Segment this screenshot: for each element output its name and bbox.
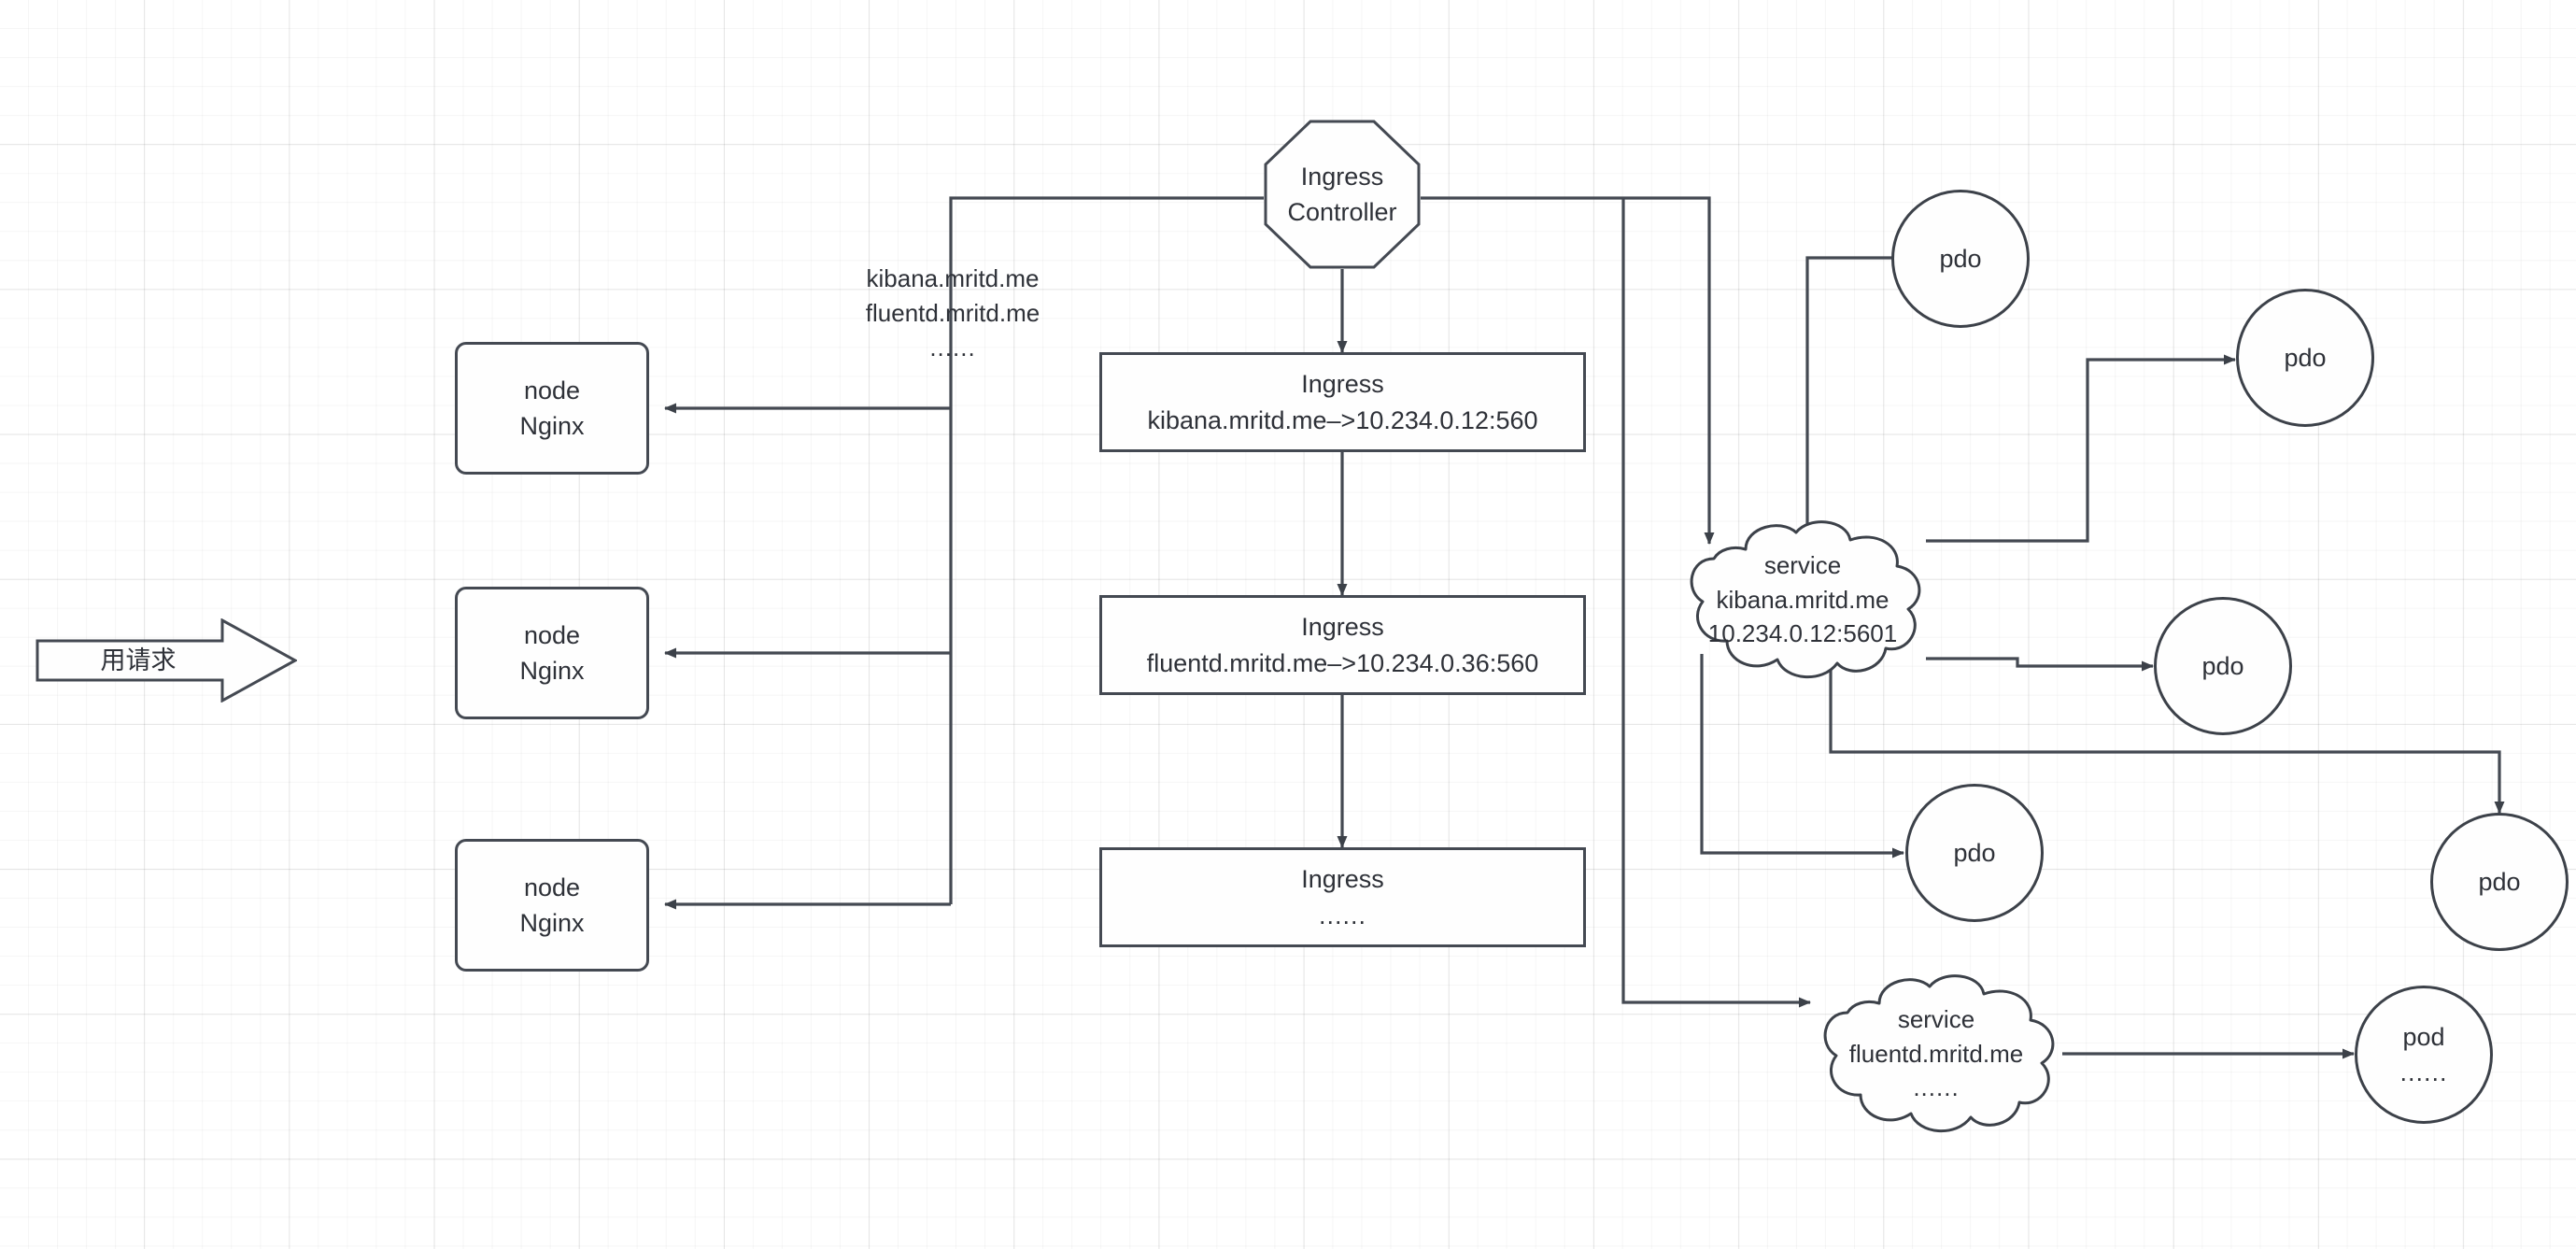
host-list-line1: kibana.mritd.me — [866, 264, 1040, 292]
service-line3: 10.234.0.12:5601 — [1707, 619, 1898, 648]
pod-circle-5[interactable]: pdo — [2430, 813, 2569, 951]
node-label-line1: node — [523, 376, 581, 405]
host-list-annotation: kibana.mritd.me fluentd.mritd.me ...... — [822, 262, 1083, 365]
pod-label-line1: pdo — [1939, 244, 1982, 273]
pod-label-line2: ...... — [2399, 1058, 2448, 1086]
ingress-rule-line2: fluentd.mritd.me–>10.234.0.36:560 — [1146, 648, 1539, 677]
pod-circle-1[interactable]: pdo — [1891, 190, 2030, 328]
node-nginx-box-2[interactable]: node Nginx — [455, 587, 649, 719]
ingress-rule-box-more[interactable]: Ingress ...... — [1099, 847, 1586, 947]
service-cloud-fluentd[interactable]: service fluentd.mritd.me ...... — [1810, 970, 2062, 1138]
ingress-rule-line1: Ingress — [1301, 613, 1384, 642]
pod-label-line1: pdo — [2478, 867, 2521, 896]
node-label-line2: Nginx — [519, 657, 585, 685]
pod-circle-6[interactable]: pod ...... — [2355, 986, 2493, 1124]
pod-label-line1: pdo — [1953, 838, 1996, 867]
ingress-controller-line1: Ingress — [1300, 162, 1384, 191]
service-cloud-kibana[interactable]: service kibana.mritd.me 10.234.0.12:5601 — [1677, 516, 1929, 684]
diagram-canvas: 用请求 node Nginx node Nginx node Nginx kib… — [0, 0, 2576, 1249]
node-nginx-box-1[interactable]: node Nginx — [455, 342, 649, 475]
host-list-line2: fluentd.mritd.me — [865, 298, 1040, 327]
ingress-controller-line2: Controller — [1287, 198, 1397, 226]
service-line3: ...... — [1913, 1073, 1960, 1102]
pod-circle-3[interactable]: pdo — [2154, 597, 2292, 735]
host-list-line3: ...... — [929, 333, 976, 362]
node-nginx-box-3[interactable]: node Nginx — [455, 839, 649, 972]
pod-label-line1: pod — [2402, 1022, 2445, 1051]
service-line1: service — [1897, 1004, 1975, 1033]
ingress-rule-line2: ...... — [1318, 901, 1366, 930]
service-line2: fluentd.mritd.me — [1848, 1039, 2024, 1068]
wire-service-kibana-to-pod2 — [1926, 354, 2236, 543]
pod-circle-2[interactable]: pdo — [2236, 289, 2374, 427]
ingress-rule-box-fluentd[interactable]: Ingress fluentd.mritd.me–>10.234.0.36:56… — [1099, 595, 1586, 695]
ingress-rule-line1: Ingress — [1301, 370, 1384, 399]
user-request-label: 用请求 — [100, 646, 177, 674]
wire-service-kibana-to-pod3 — [1926, 657, 2154, 672]
ingress-rule-line2: kibana.mritd.me–>10.234.0.12:560 — [1147, 405, 1538, 434]
pod-circle-4[interactable]: pdo — [1905, 784, 2044, 922]
pod-label-line1: pdo — [2201, 651, 2244, 680]
node-label-line2: Nginx — [519, 412, 585, 440]
node-label-line1: node — [523, 873, 581, 901]
node-label-line1: node — [523, 620, 581, 649]
service-line2: kibana.mritd.me — [1716, 585, 1890, 614]
node-label-line2: Nginx — [519, 909, 585, 937]
service-line1: service — [1763, 550, 1842, 579]
ingress-rule-line1: Ingress — [1301, 865, 1384, 894]
pod-label-line1: pdo — [2284, 343, 2327, 372]
ingress-controller-node[interactable]: Ingress Controller — [1264, 120, 1421, 269]
ingress-rule-box-kibana[interactable]: Ingress kibana.mritd.me–>10.234.0.12:560 — [1099, 352, 1586, 452]
user-request-arrow: 用请求 — [35, 618, 297, 703]
